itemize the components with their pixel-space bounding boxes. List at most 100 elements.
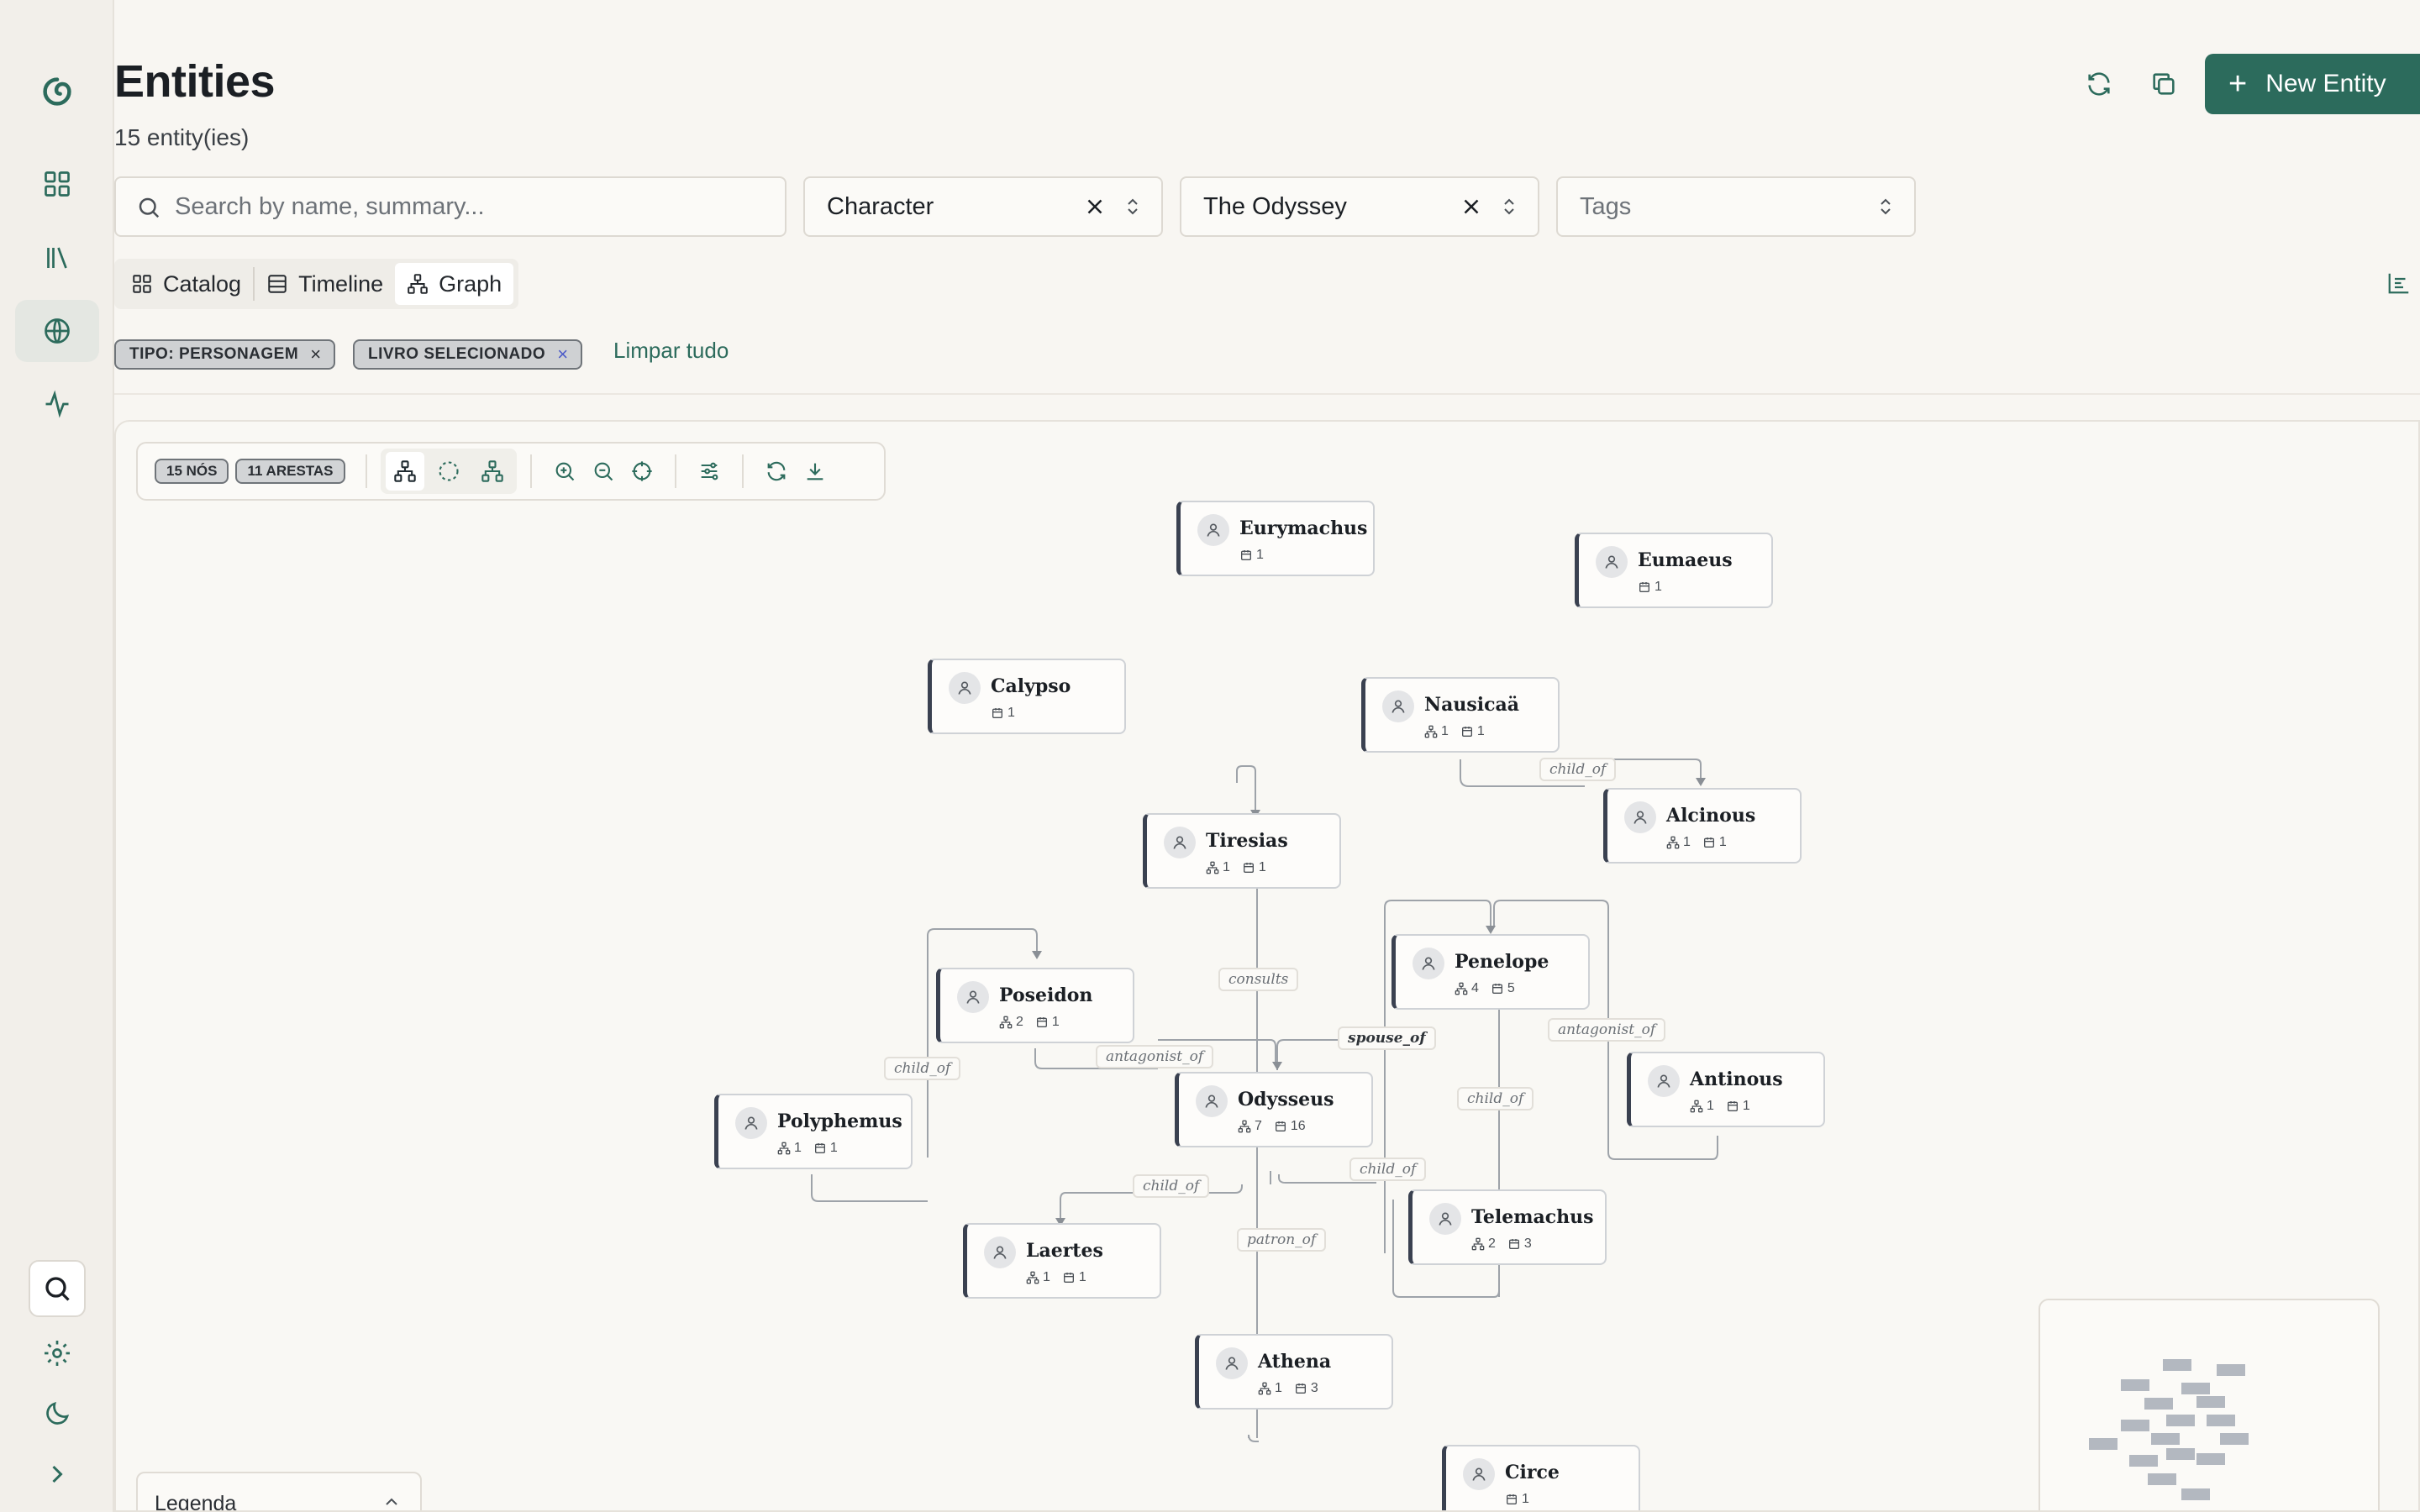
minimap-node: [2089, 1438, 2118, 1450]
clear-type-icon[interactable]: [1082, 194, 1107, 219]
node-name: Laertes: [1026, 1240, 1103, 1262]
panel-toggle-icon[interactable]: [2386, 270, 2412, 296]
library-icon: [47, 247, 67, 269]
graph-node-circe[interactable]: Circe 1: [1442, 1445, 1640, 1510]
node-book-count: 1: [1062, 1270, 1086, 1285]
minimap-node: [2166, 1415, 2195, 1426]
person-icon: [1216, 1347, 1248, 1379]
graph-settings-button[interactable]: [690, 452, 729, 491]
graph-node-eumaeus[interactable]: Eumaeus 1: [1575, 533, 1773, 608]
node-name: Alcinous: [1666, 805, 1756, 827]
tab-graph[interactable]: Graph: [395, 263, 514, 305]
node-relation-count: 1: [1424, 724, 1449, 739]
graph-node-laertes[interactable]: Laertes 11: [963, 1223, 1161, 1299]
theme-toggle-button[interactable]: [15, 1383, 99, 1445]
sidebar-item-dashboard[interactable]: [15, 153, 99, 215]
graph-node-tiresias[interactable]: Tiresias 11: [1143, 813, 1341, 889]
graph-node-telemachus[interactable]: Telemachus 23: [1408, 1189, 1607, 1265]
sidebar-item-library[interactable]: [15, 227, 99, 289]
node-book-count: 1: [813, 1141, 838, 1156]
search-input[interactable]: Search by name, summary...: [114, 176, 786, 237]
clear-book-icon[interactable]: [1459, 194, 1484, 219]
layout-circular-button[interactable]: [429, 452, 468, 491]
edge-count-badge: 11 ARESTAS: [235, 459, 345, 484]
toolbar-divider: [741, 454, 744, 488]
node-name: Poseidon: [999, 984, 1093, 1006]
page-title: Entities: [114, 56, 276, 107]
node-book-count: 1: [1239, 548, 1264, 563]
graph-node-athena[interactable]: Athena 13: [1195, 1334, 1393, 1410]
settings-button[interactable]: [15, 1322, 99, 1384]
app-logo[interactable]: [15, 60, 99, 123]
zoom-out-button[interactable]: [584, 452, 623, 491]
sidebar-item-activity[interactable]: [15, 373, 99, 435]
layout-hierarchy-button[interactable]: [385, 452, 424, 491]
graph-node-poseidon[interactable]: Poseidon 21: [936, 968, 1134, 1043]
timeline-icon: [268, 275, 287, 293]
sliders-icon: [701, 462, 718, 480]
person-icon: [1382, 690, 1414, 722]
remove-chip-icon[interactable]: ×: [557, 344, 568, 365]
book-select[interactable]: The Odyssey: [1180, 176, 1539, 237]
tags-placeholder: Tags: [1580, 192, 1632, 220]
graph-canvas[interactable]: child_of consults antagonist_of spouse_o…: [114, 420, 2420, 1512]
new-entity-button[interactable]: + New Entity: [2205, 54, 2420, 114]
chevron-updown-icon: [1881, 198, 1891, 215]
search-icon: [45, 1277, 70, 1301]
node-book-count: 3: [1507, 1236, 1532, 1252]
graph-node-polyphemus[interactable]: Polyphemus 11: [714, 1094, 913, 1169]
search-icon: [139, 197, 160, 218]
chevron-right-icon: [52, 1465, 63, 1483]
chevron-up-icon: [386, 1498, 397, 1505]
tab-graph-label: Graph: [439, 270, 502, 297]
node-name: Telemachus: [1471, 1206, 1594, 1228]
person-icon: [1164, 827, 1196, 858]
tab-timeline[interactable]: Timeline: [255, 263, 395, 305]
copy-icon: [2153, 73, 2175, 95]
sidebar-item-world[interactable]: [15, 300, 99, 362]
graph-toolbar: 15 NÓS 11 ARESTAS: [136, 442, 886, 501]
graph-node-penelope[interactable]: Penelope 45: [1392, 934, 1590, 1010]
refresh-icon: [2088, 72, 2110, 96]
grid-icon: [133, 275, 151, 293]
graph-node-odysseus[interactable]: Odysseus 7 16: [1175, 1072, 1373, 1147]
graph-legend[interactable]: Legenda: [136, 1472, 422, 1510]
graph-node-eurymachus[interactable]: Eurymachus 1: [1176, 501, 1375, 576]
clear-all-link[interactable]: Limpar tudo: [613, 338, 729, 364]
fit-view-button[interactable]: [623, 452, 661, 491]
remove-chip-icon[interactable]: ×: [310, 344, 321, 365]
global-search-button[interactable]: [29, 1260, 86, 1317]
graph-node-alcinous[interactable]: Alcinous 11: [1603, 788, 1802, 864]
graph-node-antinous[interactable]: Antinous 11: [1627, 1052, 1825, 1127]
tab-catalog-label: Catalog: [163, 270, 242, 297]
globe-icon: [45, 318, 70, 344]
reload-graph-button[interactable]: [757, 452, 796, 491]
tags-select[interactable]: Tags: [1556, 176, 1916, 237]
minimap-node: [2163, 1359, 2191, 1371]
tab-catalog[interactable]: Catalog: [119, 263, 253, 305]
node-relation-count: 1: [1206, 860, 1230, 875]
edge-arrow: [1032, 951, 1042, 959]
filter-chip-book: LIVRO SELECIONADO ×: [353, 339, 582, 370]
export-button[interactable]: [796, 452, 834, 491]
zoom-in-button[interactable]: [545, 452, 584, 491]
node-relation-count: 1: [1690, 1099, 1714, 1114]
copy-button[interactable]: [2140, 60, 2187, 108]
person-icon: [1648, 1065, 1680, 1097]
graph-node-calypso[interactable]: Calypso 1: [928, 659, 1126, 734]
layout-tree-button[interactable]: [473, 452, 512, 491]
node-relation-count: 7: [1238, 1119, 1262, 1134]
graph-minimap[interactable]: [2039, 1299, 2380, 1510]
node-book-count: 1: [1242, 860, 1266, 875]
minimap-node: [2166, 1448, 2195, 1460]
node-relation-count: 1: [777, 1141, 802, 1156]
type-select[interactable]: Character: [803, 176, 1163, 237]
person-icon: [957, 981, 989, 1013]
expand-sidebar-button[interactable]: [15, 1443, 99, 1505]
graph-node-nausicaa[interactable]: Nausicaä 11: [1361, 677, 1560, 753]
refresh-button[interactable]: [2075, 60, 2123, 108]
moon-icon: [46, 1401, 70, 1425]
node-name: Antinous: [1690, 1068, 1783, 1090]
node-name: Calypso: [991, 675, 1071, 697]
refresh-icon: [767, 461, 785, 481]
